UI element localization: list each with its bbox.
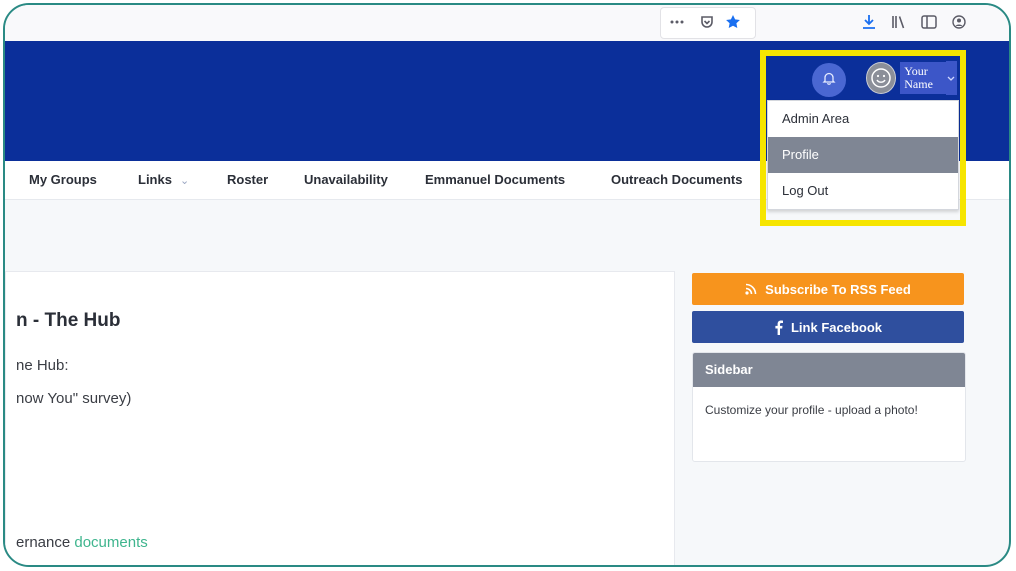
library-icon[interactable] [889,12,909,32]
sidebar-text: Customize your profile - upload a photo! [705,403,918,417]
nav-item-unavailability[interactable]: Unavailability [304,172,388,187]
rss-icon [745,283,757,295]
chevron-down-icon: ⌄ [179,175,190,187]
subscribe-rss-label: Subscribe To RSS Feed [765,281,911,297]
sidebar-widget: Sidebar Customize your profile - upload … [692,352,966,462]
nav-item-emmanuel-documents[interactable]: Emmanuel Documents [425,172,565,187]
content-line: now You" survey) [16,390,132,407]
more-icon[interactable] [667,12,687,32]
page-title: n - The Hub [16,310,121,331]
browser-toolbar [5,5,1009,41]
sidebar-title: Sidebar [693,353,965,387]
link-facebook-button[interactable]: Link Facebook [692,311,964,343]
account-icon[interactable] [949,12,969,32]
nav-item-my-groups[interactable]: My Groups [29,172,97,187]
governance-line: ernance documents [16,534,148,551]
documents-link[interactable]: documents [74,534,147,551]
highlight-box [760,50,966,226]
nav-item-roster[interactable]: Roster [227,172,268,187]
link-facebook-label: Link Facebook [790,319,883,335]
sidebar-icon[interactable] [919,12,939,32]
pocket-icon[interactable] [697,12,717,32]
nav-item-links-label: Links [138,172,172,187]
partial-link[interactable]: tter [16,562,38,565]
url-bar-end[interactable] [660,7,756,39]
facebook-icon [774,320,783,335]
nav-item-outreach-documents[interactable]: Outreach Documents [611,172,742,187]
bookmark-star-icon[interactable] [723,12,743,32]
content-line: ne Hub: [16,357,69,374]
governance-text: ernance [16,534,75,551]
subscribe-rss-button[interactable]: Subscribe To RSS Feed [692,273,964,305]
screenshot-frame: Your Name My Groups Links ⌄ Roster Unavai… [3,3,1011,567]
download-icon[interactable] [859,12,879,32]
main-content-card: n - The Hub ne Hub: now You" survey) ern… [5,271,675,565]
nav-item-links[interactable]: Links ⌄ [138,172,189,187]
